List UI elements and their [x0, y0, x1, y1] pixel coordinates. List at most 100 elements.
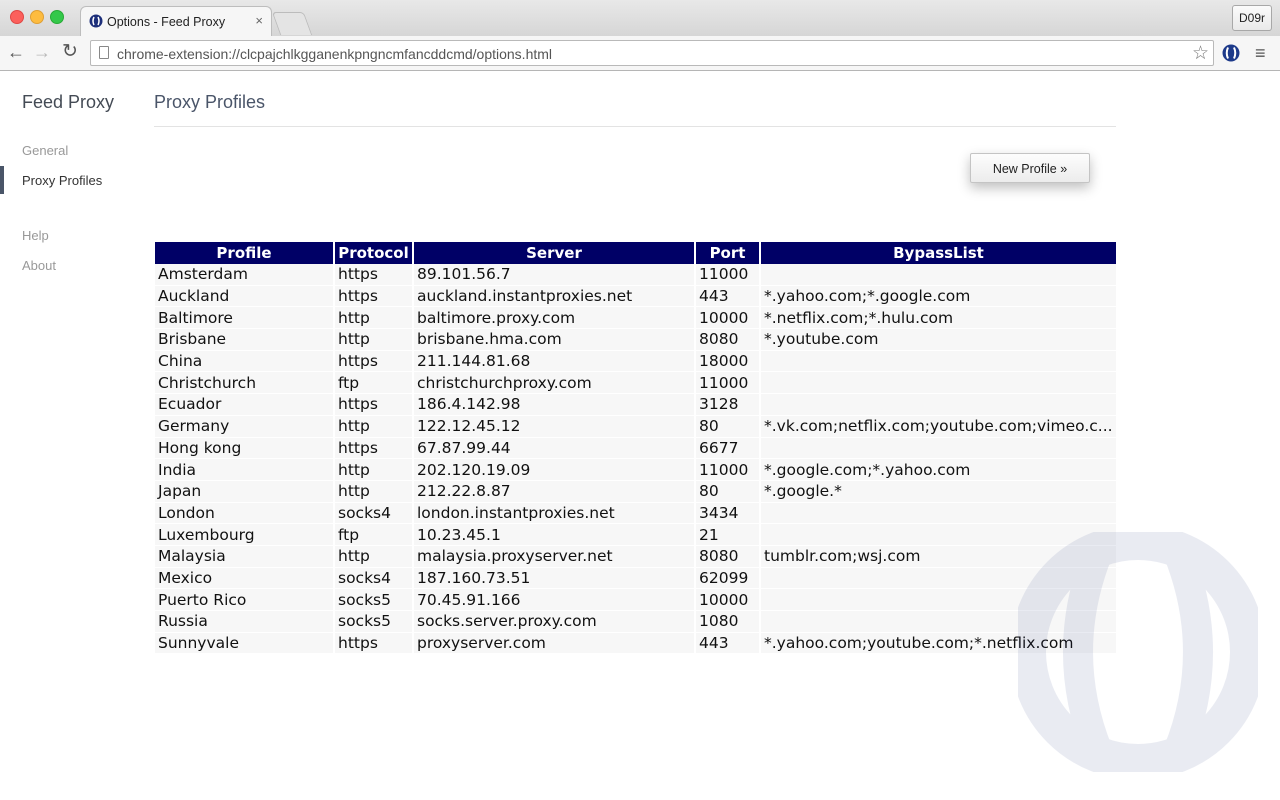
new-profile-button[interactable]: New Profile » — [970, 153, 1090, 183]
cell-bypasslist — [761, 394, 1116, 416]
profile-button[interactable]: D09r — [1232, 5, 1272, 31]
browser-tab[interactable]: Options - Feed Proxy × — [80, 6, 272, 36]
cell-profile: Ecuador — [155, 394, 333, 416]
cell-port: 8080 — [696, 545, 759, 568]
table-row[interactable]: China https 211.144.81.68 18000 — [155, 350, 1116, 373]
address-bar[interactable]: chrome-extension://clcpajchlkgganenkpngn… — [90, 40, 1214, 66]
zoom-window-button[interactable] — [50, 10, 64, 24]
minimize-window-button[interactable] — [30, 10, 44, 24]
cell-server: 211.144.81.68 — [414, 350, 694, 373]
tab-title: Options - Feed Proxy — [107, 15, 226, 29]
cell-bypasslist: *.google.* — [761, 480, 1116, 503]
table-body: Amsterdam https 89.101.56.7 11000 Auckland ht… — [155, 264, 1116, 655]
reload-icon[interactable]: ↻ — [58, 40, 82, 64]
cell-protocol: socks4 — [335, 502, 412, 525]
table-row[interactable]: Brisbane http brisbane.hma.com 8080 *.youtub… — [155, 329, 1116, 351]
close-window-button[interactable] — [10, 10, 24, 24]
cell-protocol: https — [335, 632, 412, 655]
cell-protocol: socks5 — [335, 589, 412, 611]
browser-toolbar: ← → ↻ chrome-extension://clcpajchlkggane… — [0, 36, 1280, 71]
back-arrow-icon[interactable]: ← — [4, 40, 28, 64]
cell-profile: Malaysia — [155, 545, 333, 568]
cell-profile: Baltimore — [155, 307, 333, 330]
cell-server: 10.23.45.1 — [414, 524, 694, 546]
cell-port: 18000 — [696, 350, 759, 373]
table-row[interactable]: Hong kong https 67.87.99.44 6677 — [155, 437, 1116, 460]
cell-protocol: socks5 — [335, 611, 412, 633]
table-row[interactable]: Luxembourg ftp 10.23.45.1 21 — [155, 524, 1116, 546]
cell-port: 1080 — [696, 611, 759, 633]
cell-profile: Hong kong — [155, 437, 333, 460]
forward-arrow-icon[interactable]: → — [30, 40, 54, 64]
cell-port: 21 — [696, 524, 759, 546]
url-text[interactable]: chrome-extension://clcpajchlkgganenkpngn… — [117, 46, 552, 62]
sidebar-item-proxy-profiles[interactable]: Proxy Profiles — [22, 173, 102, 188]
cell-profile: Puerto Rico — [155, 589, 333, 611]
menu-icon[interactable]: ≡ — [1255, 44, 1266, 62]
cell-profile: Mexico — [155, 567, 333, 590]
cell-profile: London — [155, 502, 333, 525]
table-row[interactable]: Auckland https auckland.instantproxies.net… — [155, 285, 1116, 308]
table-row[interactable]: Ecuador https 186.4.142.98 3128 — [155, 394, 1116, 416]
cell-protocol: http — [335, 307, 412, 330]
table-header: Profile Protocol Server Port BypassList — [155, 242, 1116, 264]
sidebar-item-about[interactable]: About — [22, 258, 56, 273]
cell-server: auckland.instantproxies.net — [414, 285, 694, 308]
table-row[interactable]: Amsterdam https 89.101.56.7 11000 — [155, 264, 1116, 286]
cell-port: 6677 — [696, 437, 759, 460]
cell-protocol: http — [335, 415, 412, 438]
table-row[interactable]: Germany http 122.12.45.12 80 *.vk.com;netfli… — [155, 415, 1116, 438]
cell-profile: China — [155, 350, 333, 373]
cell-port: 10000 — [696, 589, 759, 611]
table-row[interactable]: India http 202.120.19.09 11000 *.google.com;… — [155, 459, 1116, 481]
cell-profile: Luxembourg — [155, 524, 333, 546]
page-icon — [99, 46, 109, 59]
new-tab-button[interactable] — [271, 12, 313, 35]
table-row[interactable]: Christchurch ftp christchurchproxy.com 1100… — [155, 372, 1116, 395]
feed-proxy-watermark-logo — [1018, 532, 1258, 772]
cell-bypasslist — [761, 350, 1116, 373]
tab-close-icon[interactable]: × — [255, 13, 263, 28]
table-row[interactable]: Russia socks5 socks.server.proxy.com 1080 — [155, 611, 1116, 633]
cell-server: baltimore.proxy.com — [414, 307, 694, 330]
sidebar-item-help[interactable]: Help — [22, 228, 49, 243]
cell-protocol: https — [335, 285, 412, 308]
table-row[interactable]: Sunnyvale https proxyserver.com 443 *.yahoo.… — [155, 632, 1116, 655]
cell-server: 70.45.91.166 — [414, 589, 694, 611]
table-row[interactable]: London socks4 london.instantproxies.net 343… — [155, 502, 1116, 525]
cell-bypasslist — [761, 264, 1116, 286]
cell-port: 11000 — [696, 459, 759, 481]
cell-bypasslist: *.youtube.com — [761, 329, 1116, 351]
cell-protocol: https — [335, 264, 412, 286]
cell-port: 8080 — [696, 329, 759, 351]
cell-server: socks.server.proxy.com — [414, 611, 694, 633]
cell-profile: Amsterdam — [155, 264, 333, 286]
cell-server: malaysia.proxyserver.net — [414, 545, 694, 568]
cell-bypasslist — [761, 437, 1116, 460]
cell-server: christchurchproxy.com — [414, 372, 694, 395]
feed-proxy-icon — [89, 14, 103, 28]
table-row[interactable]: Japan http 212.22.8.87 80 *.google.* — [155, 480, 1116, 503]
table-row[interactable]: Mexico socks4 187.160.73.51 62099 — [155, 567, 1116, 590]
cell-protocol: https — [335, 437, 412, 460]
table-row[interactable]: Puerto Rico socks5 70.45.91.166 10000 — [155, 589, 1116, 611]
column-header-protocol: Protocol — [335, 242, 412, 264]
cell-protocol: ftp — [335, 524, 412, 546]
cell-port: 443 — [696, 285, 759, 308]
cell-server: proxyserver.com — [414, 632, 694, 655]
table-row[interactable]: Baltimore http baltimore.proxy.com 10000 *.n… — [155, 307, 1116, 330]
cell-bypasslist — [761, 372, 1116, 395]
cell-bypasslist: *.google.com;*.yahoo.com — [761, 459, 1116, 481]
cell-protocol: http — [335, 459, 412, 481]
cell-port: 3128 — [696, 394, 759, 416]
cell-server: 212.22.8.87 — [414, 480, 694, 503]
bookmark-star-icon[interactable]: ☆ — [1192, 42, 1209, 65]
feed-proxy-extension-icon[interactable] — [1222, 44, 1240, 62]
cell-protocol: http — [335, 480, 412, 503]
cell-server: 122.12.45.12 — [414, 415, 694, 438]
cell-profile: Christchurch — [155, 372, 333, 395]
sidebar-item-general[interactable]: General — [22, 143, 68, 158]
table-row[interactable]: Malaysia http malaysia.proxyserver.net 8080… — [155, 545, 1116, 568]
cell-port: 11000 — [696, 372, 759, 395]
cell-port: 80 — [696, 415, 759, 438]
